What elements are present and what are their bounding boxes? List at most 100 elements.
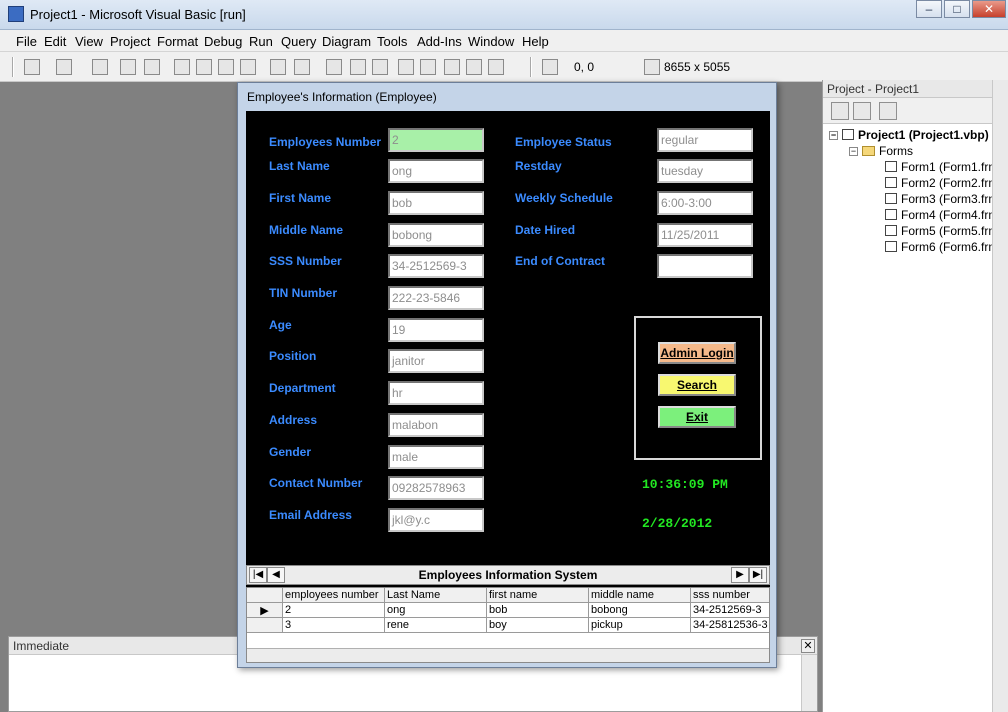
- grid-cell[interactable]: ong: [385, 603, 487, 618]
- project-scrollbar[interactable]: [992, 80, 1008, 712]
- form-layout-icon[interactable]: [444, 59, 460, 75]
- end-of-contract-field[interactable]: [657, 254, 753, 278]
- add-form-icon[interactable]: [56, 59, 72, 75]
- cut-icon[interactable]: [174, 59, 190, 75]
- first-name-field[interactable]: bob: [388, 191, 484, 215]
- grid-column-header[interactable]: first name: [487, 588, 589, 603]
- grid-cell[interactable]: 3: [283, 618, 385, 633]
- paste-icon[interactable]: [218, 59, 234, 75]
- menu-run[interactable]: Run: [249, 34, 273, 49]
- toolbox-icon[interactable]: [488, 59, 504, 75]
- project-explorer-icon[interactable]: [398, 59, 414, 75]
- open-project-icon[interactable]: [120, 59, 136, 75]
- menu-project[interactable]: Project: [110, 34, 150, 49]
- start-icon[interactable]: [326, 59, 342, 75]
- view-code-icon[interactable]: [831, 102, 849, 120]
- tree-form-item[interactable]: Form4 (Form4.frm): [885, 208, 1002, 222]
- last-record-button[interactable]: ▶|: [749, 567, 767, 583]
- middle-name-field[interactable]: bobong: [388, 223, 484, 247]
- restday-field[interactable]: tuesday: [657, 159, 753, 183]
- grid-cell[interactable]: 34-2512569-3: [691, 603, 769, 618]
- exit-button[interactable]: Exit: [658, 406, 736, 428]
- tree-form-item[interactable]: Form1 (Form1.frm): [885, 160, 1002, 174]
- label-sss-number: SSS Number: [269, 254, 342, 268]
- position-field[interactable]: janitor: [388, 349, 484, 373]
- copy-icon[interactable]: [196, 59, 212, 75]
- tin-number-field[interactable]: 222-23-5846: [388, 286, 484, 310]
- tree-form-item[interactable]: Form5 (Form5.frm): [885, 224, 1002, 238]
- close-button[interactable]: ✕: [972, 0, 1006, 18]
- grid-cell[interactable]: pickup: [589, 618, 691, 633]
- grid-cell[interactable]: rene: [385, 618, 487, 633]
- grid-column-header[interactable]: sss number: [691, 588, 769, 603]
- position-readout: 0, 0: [574, 60, 595, 74]
- menu-editor-icon[interactable]: [92, 59, 108, 75]
- first-record-button[interactable]: |◀: [249, 567, 267, 583]
- grid-horizontal-scrollbar[interactable]: [247, 648, 769, 662]
- label-weekly-schedule: Weekly Schedule: [515, 191, 613, 205]
- tree-project-root[interactable]: − Project1 (Project1.vbp): [829, 128, 989, 142]
- menu-diagram[interactable]: Diagram: [322, 34, 371, 49]
- department-field[interactable]: hr: [388, 381, 484, 405]
- admin-login-button[interactable]: Admin Login: [658, 342, 736, 364]
- label-position: Position: [269, 349, 317, 363]
- last-name-field[interactable]: ong: [388, 159, 484, 183]
- contact-number-field[interactable]: 09282578963: [388, 476, 484, 500]
- menu-window[interactable]: Window: [468, 34, 514, 49]
- sss-number-field[interactable]: 34-2512569-3: [388, 254, 484, 278]
- tree-form-label: Form6 (Form6.frm): [901, 240, 1003, 254]
- properties-window-icon[interactable]: [420, 59, 436, 75]
- tree-form-item[interactable]: Form3 (Form3.frm): [885, 192, 1002, 206]
- age-field[interactable]: 19: [388, 318, 484, 342]
- menu-add-ins[interactable]: Add-Ins: [417, 34, 462, 49]
- immediate-close-button[interactable]: ✕: [801, 639, 815, 653]
- grid-column-header[interactable]: middle name: [589, 588, 691, 603]
- menu-view[interactable]: View: [75, 34, 103, 49]
- grid-cell[interactable]: bob: [487, 603, 589, 618]
- grid-row-header[interactable]: [247, 618, 283, 633]
- redo-icon[interactable]: [294, 59, 310, 75]
- object-browser-icon[interactable]: [466, 59, 482, 75]
- grid-column-header[interactable]: employees number: [283, 588, 385, 603]
- grid-cell[interactable]: bobong: [589, 603, 691, 618]
- date-hired-field[interactable]: 11/25/2011: [657, 223, 753, 247]
- gender-field[interactable]: male: [388, 445, 484, 469]
- tree-forms-folder[interactable]: − Forms: [849, 144, 913, 158]
- menu-debug[interactable]: Debug: [204, 34, 242, 49]
- immediate-scrollbar[interactable]: [801, 655, 817, 711]
- tree-form-label: Form3 (Form3.frm): [901, 192, 1003, 206]
- undo-icon[interactable]: [270, 59, 286, 75]
- employees-number-field[interactable]: 2: [388, 128, 484, 152]
- view-object-icon[interactable]: [853, 102, 871, 120]
- menu-edit[interactable]: Edit: [44, 34, 66, 49]
- tree-form-item[interactable]: Form2 (Form2.frm): [885, 176, 1002, 190]
- minimize-button[interactable]: –: [916, 0, 942, 18]
- toggle-folders-icon[interactable]: [879, 102, 897, 120]
- save-project-icon[interactable]: [144, 59, 160, 75]
- end-icon[interactable]: [372, 59, 388, 75]
- address-field[interactable]: malabon: [388, 413, 484, 437]
- find-icon[interactable]: [240, 59, 256, 75]
- next-record-button[interactable]: ▶: [731, 567, 749, 583]
- tree-form-item[interactable]: Form6 (Form6.frm): [885, 240, 1002, 254]
- grid-cell[interactable]: 2: [283, 603, 385, 618]
- employee-status-field[interactable]: regular: [657, 128, 753, 152]
- collapse-icon[interactable]: −: [849, 147, 858, 156]
- break-icon[interactable]: [350, 59, 366, 75]
- label-tin-number: TIN Number: [269, 286, 338, 300]
- menu-help[interactable]: Help: [522, 34, 549, 49]
- search-button[interactable]: Search: [658, 374, 736, 396]
- maximize-button[interactable]: □: [944, 0, 970, 18]
- prev-record-button[interactable]: ◀: [267, 567, 285, 583]
- email-address-field[interactable]: jkl@y.c: [388, 508, 484, 532]
- collapse-icon[interactable]: −: [829, 131, 838, 140]
- menu-query[interactable]: Query: [281, 34, 316, 49]
- grid-cell[interactable]: boy: [487, 618, 589, 633]
- grid-cell[interactable]: 34-25812536-3: [691, 618, 769, 633]
- weekly-schedule-field[interactable]: 6:00-3:00: [657, 191, 753, 215]
- grid-column-header[interactable]: Last Name: [385, 588, 487, 603]
- add-project-icon[interactable]: [24, 59, 40, 75]
- menu-file[interactable]: File: [16, 34, 37, 49]
- menu-tools[interactable]: Tools: [377, 34, 407, 49]
- menu-format[interactable]: Format: [157, 34, 198, 49]
